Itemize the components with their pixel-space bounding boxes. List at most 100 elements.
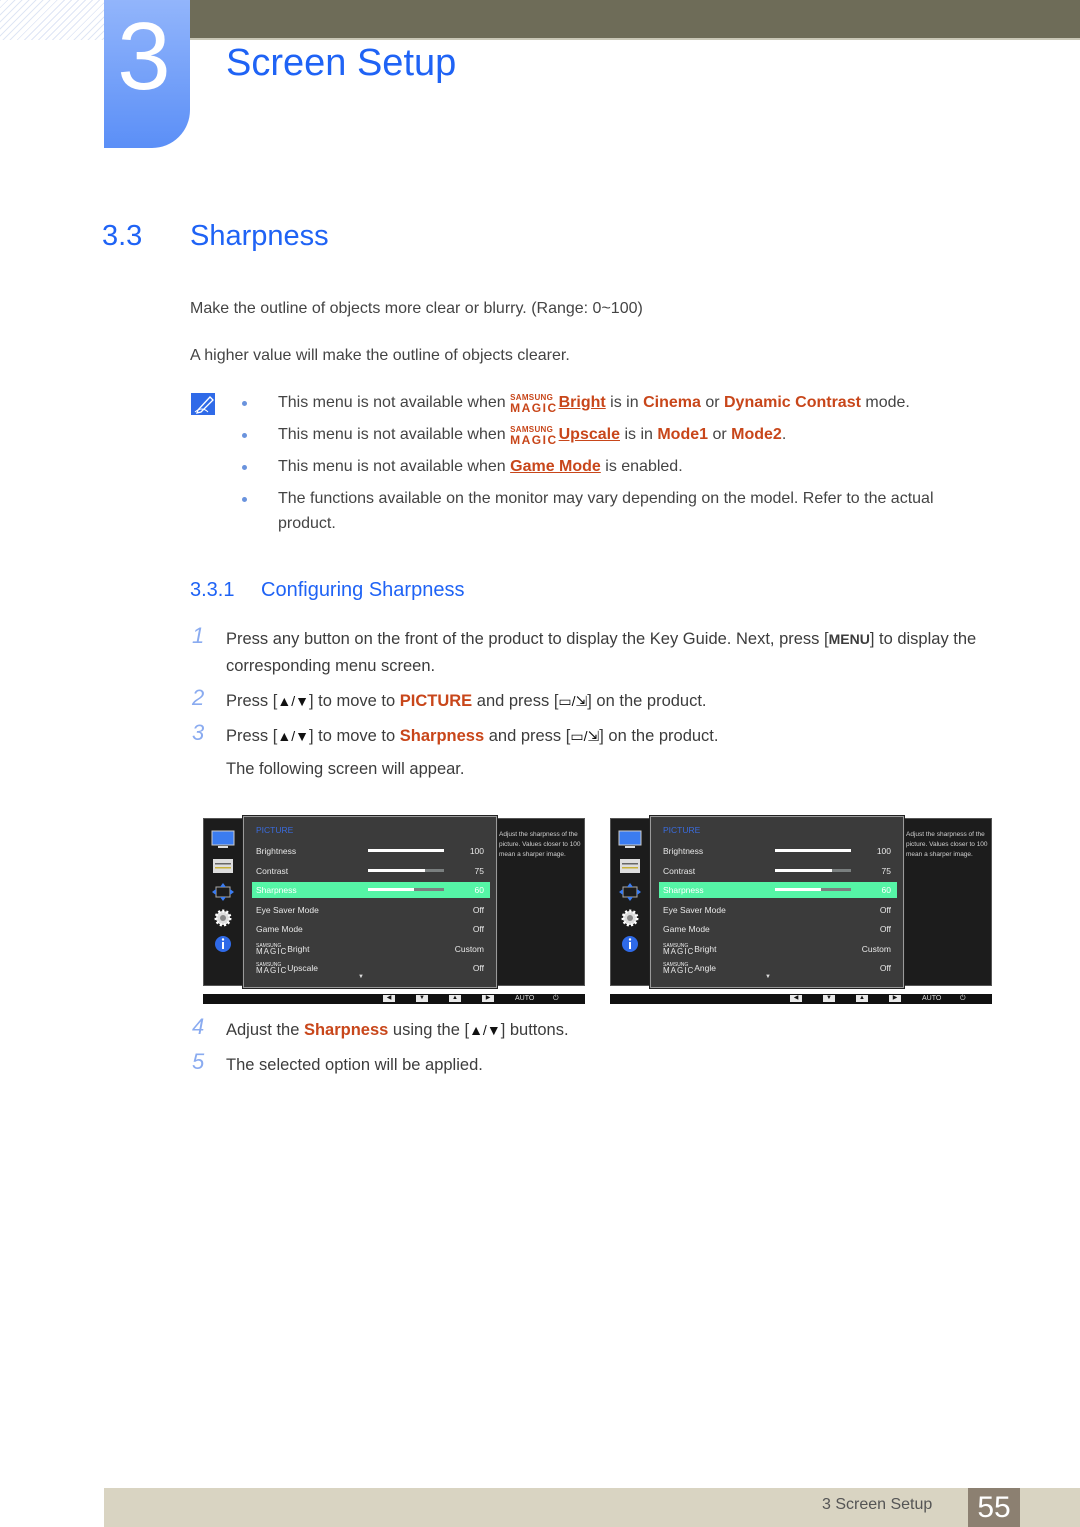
- menu-key: MENU: [828, 631, 870, 647]
- osd-level-bar[interactable]: [368, 868, 444, 872]
- osd-menu-item[interactable]: Brightness 100: [252, 843, 490, 859]
- osd-menu-item[interactable]: Game Mode Off: [659, 921, 897, 937]
- osd-level-fill: [775, 868, 832, 872]
- monitor-icon[interactable]: [211, 830, 235, 850]
- osd-item-value: 75: [474, 865, 484, 876]
- bullet-icon: [242, 465, 247, 470]
- osd-menu-title: PICTURE: [663, 825, 701, 835]
- monitor-icon[interactable]: [618, 830, 642, 850]
- osd-item-label: Contrast: [256, 865, 289, 876]
- osd-key-guide: ◀ ▼ ▲ ▶ AUTO ⏻: [610, 994, 992, 1004]
- enter-source-icon: ▭/⇲: [570, 728, 600, 744]
- screen-size-arrows-icon[interactable]: [211, 882, 235, 902]
- picture-settings-icon[interactable]: [211, 856, 235, 876]
- enter-source-icon: ▭/⇲: [558, 693, 588, 709]
- chapter-number: 3: [117, 3, 171, 110]
- osd-menu-item[interactable]: Brightness 100: [659, 843, 897, 859]
- intro-paragraph: Make the outline of objects more clear o…: [190, 300, 643, 317]
- osd-level-fill: [368, 868, 425, 872]
- osd-menu-item[interactable]: Sharpness 60: [252, 882, 490, 898]
- up-key-icon[interactable]: ▲: [856, 995, 868, 1002]
- right-key-icon[interactable]: ▶: [482, 995, 494, 1002]
- up-down-arrow-icon: ▲/▼: [469, 1022, 501, 1038]
- game-mode-link[interactable]: Game Mode: [510, 458, 601, 475]
- osd-level-bar[interactable]: [775, 888, 851, 891]
- osd-item-label: Eye Saver Mode: [256, 904, 319, 915]
- magic-upscale-link[interactable]: Upscale: [559, 426, 620, 443]
- right-key-icon[interactable]: ▶: [889, 995, 901, 1002]
- step-item: 2 Press [▲/▼] to move to PICTURE and pre…: [192, 685, 707, 710]
- auto-key[interactable]: AUTO: [922, 994, 941, 1004]
- osd-level-fill: [368, 849, 444, 852]
- osd-level-fill: [368, 888, 414, 891]
- bullet-icon: [242, 401, 247, 406]
- step-item: 1 Press any button on the front of the p…: [192, 623, 977, 675]
- bullet-icon: [242, 497, 247, 502]
- scroll-down-icon[interactable]: ▼: [358, 974, 364, 980]
- osd-menu-item[interactable]: Eye Saver Mode Off: [659, 902, 897, 918]
- samsung-magic-logo: SAMSUNG MAGIC: [510, 393, 558, 415]
- info-icon[interactable]: [211, 934, 235, 954]
- note-item: This menu is not available when SAMSUNG M…: [240, 390, 980, 415]
- osd-item-label: SAMSUNG MAGIC Angle: [663, 962, 716, 975]
- osd-item-label: Game Mode: [256, 924, 303, 934]
- page-number: 55: [968, 1488, 1020, 1527]
- magic-bright-link[interactable]: Bright: [559, 394, 606, 411]
- samsung-magic-logo: SAMSUNG MAGIC: [256, 942, 288, 956]
- osd-menu-item[interactable]: Sharpness 60: [659, 882, 897, 898]
- note-item: This menu is not available when SAMSUNG M…: [240, 422, 980, 447]
- osd-item-label: Sharpness: [663, 885, 704, 895]
- osd-menu-item[interactable]: SAMSUNG MAGIC Bright Custom: [659, 941, 897, 957]
- osd-item-value: 100: [469, 846, 484, 856]
- auto-key[interactable]: AUTO: [515, 994, 534, 1004]
- osd-level-bar[interactable]: [775, 849, 851, 852]
- osd-item-value: Custom: [454, 943, 484, 954]
- left-key-icon[interactable]: ◀: [790, 995, 802, 1002]
- samsung-magic-logo: SAMSUNG MAGIC: [510, 425, 558, 447]
- steps-list: 1 Press any button on the front of the p…: [190, 623, 1010, 783]
- osd-level-bar[interactable]: [368, 849, 444, 852]
- header-bar: [190, 0, 1080, 40]
- down-key-icon[interactable]: ▼: [823, 995, 835, 1002]
- screen-size-arrows-icon[interactable]: [618, 882, 642, 902]
- osd-item-label: Game Mode: [663, 924, 710, 934]
- osd-help-text: Adjust the sharpness of the picture. Val…: [906, 831, 988, 858]
- osd-item-value: Off: [472, 963, 484, 973]
- osd-item-value: Off: [879, 924, 891, 934]
- osd-item-value: 100: [876, 846, 891, 856]
- osd-key-guide: ◀ ▼ ▲ ▶ AUTO ⏻: [203, 994, 585, 1004]
- osd-menu-item[interactable]: Eye Saver Mode Off: [252, 902, 490, 918]
- step-followup: The following screen will appear.: [226, 760, 465, 778]
- left-key-icon[interactable]: ◀: [383, 995, 395, 1002]
- osd-item-label: Brightness: [256, 846, 297, 856]
- osd-menu-item[interactable]: SAMSUNG MAGIC Angle Off: [659, 960, 897, 976]
- osd-item-label: SAMSUNG MAGIC Bright: [663, 942, 717, 956]
- osd-menu-item[interactable]: Game Mode Off: [252, 921, 490, 937]
- osd-menu-item[interactable]: Contrast 75: [252, 863, 490, 879]
- osd-screenshot: Adjust the sharpness of the picture. Val…: [203, 816, 585, 1006]
- osd-level-fill: [775, 888, 821, 891]
- subsection-number: 3.3.1: [190, 579, 235, 601]
- picture-settings-icon[interactable]: [618, 856, 642, 876]
- osd-menu-item[interactable]: SAMSUNG MAGIC Bright Custom: [252, 941, 490, 957]
- osd-menu-item[interactable]: Contrast 75: [659, 863, 897, 879]
- osd-menu-panel: PICTURE Brightness 100 Contrast 75 Sharpness 6…: [650, 816, 904, 988]
- step-number: 5: [192, 1049, 205, 1074]
- osd-category-icons: [211, 830, 237, 960]
- osd-level-bar[interactable]: [775, 868, 851, 872]
- down-key-icon[interactable]: ▼: [416, 995, 428, 1002]
- gear-icon[interactable]: [211, 908, 235, 928]
- scroll-down-icon[interactable]: ▼: [765, 974, 771, 980]
- power-icon[interactable]: ⏻: [553, 994, 559, 1004]
- osd-menu-item[interactable]: SAMSUNG MAGIC Upscale Off: [252, 960, 490, 976]
- samsung-magic-logo: SAMSUNG MAGIC: [663, 962, 695, 975]
- step-item: 4 Adjust the Sharpness using the [▲/▼] b…: [192, 1014, 569, 1039]
- osd-item-value: Custom: [861, 943, 891, 954]
- info-icon[interactable]: [618, 934, 642, 954]
- osd-menu-title: PICTURE: [256, 825, 294, 835]
- osd-level-bar[interactable]: [368, 888, 444, 891]
- header-hatch-decoration: [0, 0, 104, 40]
- up-key-icon[interactable]: ▲: [449, 995, 461, 1002]
- power-icon[interactable]: ⏻: [960, 994, 966, 1004]
- gear-icon[interactable]: [618, 908, 642, 928]
